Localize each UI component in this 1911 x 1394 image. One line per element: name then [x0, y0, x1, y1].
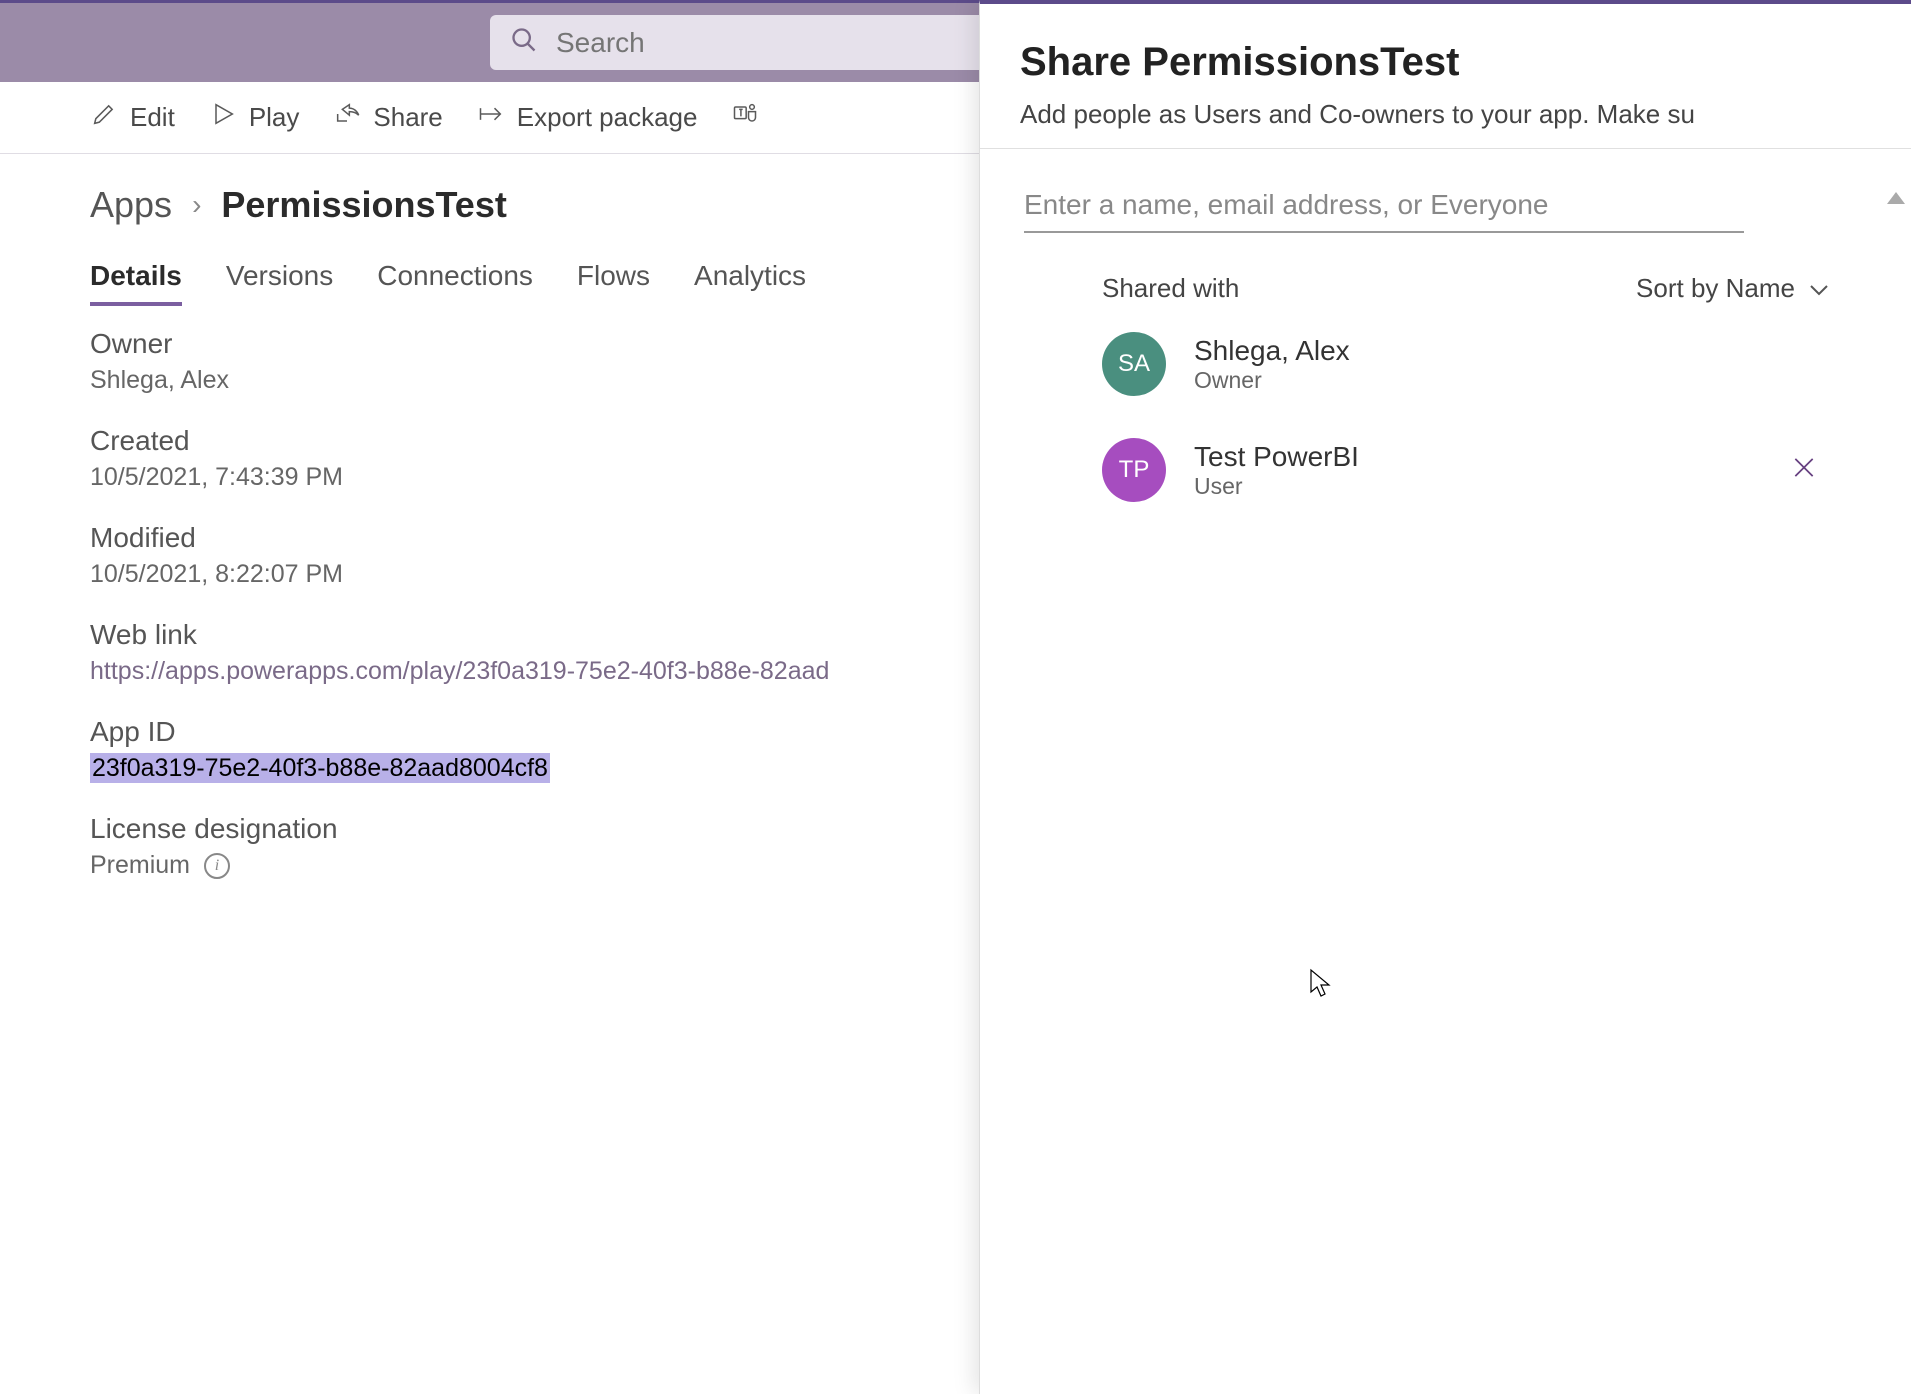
user-name: Shlega, Alex: [1194, 335, 1350, 367]
user-info: Test PowerBIUser: [1194, 441, 1359, 500]
info-icon[interactable]: i: [204, 853, 230, 879]
tab-connections[interactable]: Connections: [377, 260, 533, 306]
teams-icon: [731, 100, 759, 135]
sort-by-dropdown[interactable]: Sort by Name: [1636, 273, 1829, 304]
tab-versions[interactable]: Versions: [226, 260, 333, 306]
user-info: Shlega, AlexOwner: [1194, 335, 1350, 394]
edit-icon: [90, 100, 118, 135]
share-panel: Share PermissionsTest Add people as User…: [979, 0, 1911, 1394]
edit-label: Edit: [130, 102, 175, 133]
tab-analytics[interactable]: Analytics: [694, 260, 806, 306]
tab-details[interactable]: Details: [90, 260, 182, 306]
search-icon: [510, 26, 538, 59]
shared-with-label: Shared with: [1102, 273, 1239, 304]
user-role: User: [1194, 473, 1359, 500]
people-input[interactable]: [1024, 179, 1744, 233]
share-button[interactable]: Share: [333, 100, 442, 135]
user-name: Test PowerBI: [1194, 441, 1359, 473]
user-role: Owner: [1194, 367, 1350, 394]
panel-body: Shared with Sort by Name SA Shlega, AlexO…: [980, 149, 1911, 1394]
chevron-down-icon: [1809, 273, 1829, 304]
panel-header: Share PermissionsTest Add people as User…: [980, 4, 1911, 148]
avatar: TP: [1102, 438, 1166, 502]
share-icon: [333, 100, 361, 135]
remove-user-button[interactable]: [1791, 455, 1817, 486]
avatar: SA: [1102, 332, 1166, 396]
teams-button[interactable]: [731, 100, 759, 135]
play-button[interactable]: Play: [209, 100, 300, 135]
appid-selected-text[interactable]: 23f0a319-75e2-40f3-b88e-82aad8004cf8: [90, 753, 550, 783]
play-label: Play: [249, 102, 300, 133]
user-row[interactable]: TP Test PowerBIUser: [1102, 430, 1837, 510]
chevron-right-icon: ›: [192, 189, 201, 221]
panel-title: Share PermissionsTest: [1020, 40, 1871, 85]
panel-subtitle: Add people as Users and Co-owners to you…: [1020, 99, 1871, 130]
user-row[interactable]: SA Shlega, AlexOwner: [1102, 324, 1837, 404]
sort-by-label: Sort by Name: [1636, 273, 1795, 304]
export-icon: [477, 100, 505, 135]
export-label: Export package: [517, 102, 698, 133]
edit-button[interactable]: Edit: [90, 100, 175, 135]
license-value: Premium: [90, 851, 190, 880]
breadcrumb-root[interactable]: Apps: [90, 184, 172, 226]
play-icon: [209, 100, 237, 135]
shared-with-row: Shared with Sort by Name: [1102, 273, 1829, 304]
share-label: Share: [373, 102, 442, 133]
tab-flows[interactable]: Flows: [577, 260, 650, 306]
breadcrumb-current: PermissionsTest: [221, 184, 506, 226]
users-list: SA Shlega, AlexOwner TP Test PowerBIUser: [1024, 324, 1867, 510]
export-button[interactable]: Export package: [477, 100, 698, 135]
